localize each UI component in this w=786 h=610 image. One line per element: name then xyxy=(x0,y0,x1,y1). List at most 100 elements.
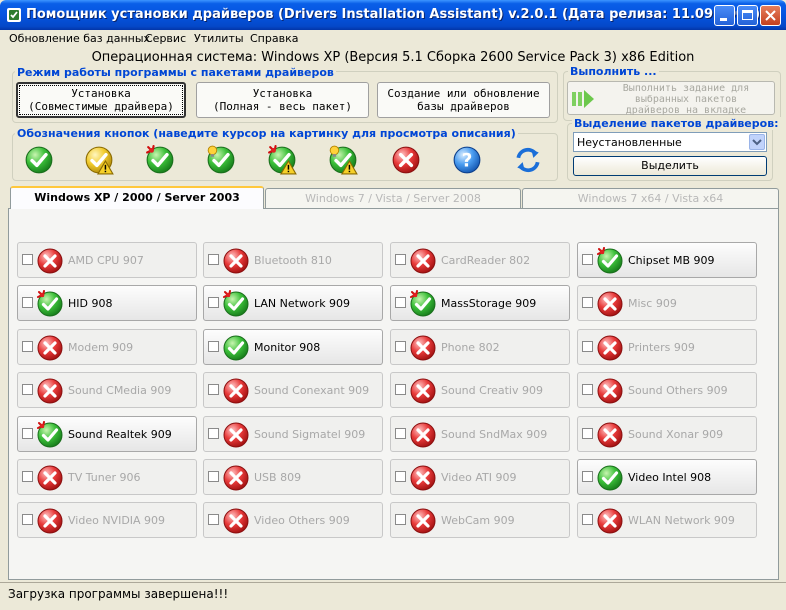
driver-checkbox[interactable] xyxy=(395,254,406,265)
driver-label: WLAN Network 909 xyxy=(628,514,735,527)
driver-tile[interactable]: Bluetooth 810 xyxy=(203,242,383,278)
check-new-icon xyxy=(222,290,250,318)
tab-windows-xp[interactable]: Windows XP / 2000 / Server 2003 xyxy=(10,186,264,209)
cross-icon xyxy=(409,507,437,535)
driver-checkbox[interactable] xyxy=(395,471,406,482)
os-info-label: Операционная система: Windows XP (Версия… xyxy=(91,50,695,65)
driver-tile[interactable]: Video Intel 908 xyxy=(577,459,757,495)
check-yellow-warning-icon[interactable] xyxy=(84,145,114,175)
driver-checkbox[interactable] xyxy=(208,514,219,525)
driver-tile[interactable]: Modem 909 xyxy=(17,329,197,365)
driver-tile[interactable]: USB 809 xyxy=(203,459,383,495)
execute-task-button[interactable]: Выполнить задание для выбранных пакетов … xyxy=(567,81,775,116)
driver-tile[interactable]: Phone 802 xyxy=(390,329,570,365)
driver-checkbox[interactable] xyxy=(582,514,593,525)
driver-tile[interactable]: Sound SndMax 909 xyxy=(390,416,570,452)
driver-checkbox[interactable] xyxy=(582,254,593,265)
minimize-button[interactable] xyxy=(714,5,735,26)
execute-line2: выбранных пакетов xyxy=(634,94,738,105)
tab-windows-7-x64[interactable]: Windows 7 x64 / Vista x64 xyxy=(522,188,779,208)
install-compatible-button[interactable]: Установка (Совместимые драйвера) xyxy=(16,82,186,118)
driver-label: Sound Others 909 xyxy=(628,384,728,397)
driver-checkbox[interactable] xyxy=(208,384,219,395)
tab-windows-7-vista[interactable]: Windows 7 / Vista / Server 2008 xyxy=(265,188,521,208)
driver-label: Sound CMedia 909 xyxy=(68,384,172,397)
selection-dropdown-value: Неустановленные xyxy=(577,136,682,149)
driver-tile[interactable]: Sound Conexant 909 xyxy=(203,372,383,408)
driver-checkbox[interactable] xyxy=(582,471,593,482)
driver-checkbox[interactable] xyxy=(582,341,593,352)
driver-checkbox[interactable] xyxy=(208,254,219,265)
driver-tile[interactable]: Video NVIDIA 909 xyxy=(17,502,197,538)
driver-checkbox[interactable] xyxy=(208,341,219,352)
driver-label: Video ATI 909 xyxy=(441,471,517,484)
cross-icon xyxy=(36,377,64,405)
driver-checkbox[interactable] xyxy=(22,514,33,525)
driver-checkbox[interactable] xyxy=(395,514,406,525)
help-icon[interactable]: ? xyxy=(452,145,482,175)
driver-tile[interactable]: TV Tuner 906 xyxy=(17,459,197,495)
select-button[interactable]: Выделить xyxy=(573,156,767,176)
check-icon[interactable] xyxy=(24,145,54,175)
driver-checkbox[interactable] xyxy=(395,428,406,439)
driver-tile[interactable]: Sound Xonar 909 xyxy=(577,416,757,452)
mode-group-title: Режим работы программы с пакетами драйве… xyxy=(15,66,336,79)
driver-checkbox[interactable] xyxy=(208,471,219,482)
driver-tile[interactable]: WLAN Network 909 xyxy=(577,502,757,538)
check-lamp-icon[interactable] xyxy=(206,145,236,175)
title-bar[interactable]: Помощник установки драйверов (Drivers In… xyxy=(0,0,786,30)
driver-label: Sound Xonar 909 xyxy=(628,428,724,441)
driver-tile[interactable]: Video Others 909 xyxy=(203,502,383,538)
driver-tile[interactable]: Sound Realtek 909 xyxy=(17,416,197,452)
maximize-button[interactable] xyxy=(737,5,758,26)
check-new-warning-icon[interactable] xyxy=(267,145,297,175)
driver-checkbox[interactable] xyxy=(208,297,219,308)
driver-tile[interactable]: LAN Network 909 xyxy=(203,285,383,321)
driver-tile[interactable]: Sound Others 909 xyxy=(577,372,757,408)
driver-tile[interactable]: CardReader 802 xyxy=(390,242,570,278)
driver-label: TV Tuner 906 xyxy=(68,471,141,484)
cross-icon xyxy=(409,334,437,362)
driver-tile[interactable]: Sound CMedia 909 xyxy=(17,372,197,408)
driver-checkbox[interactable] xyxy=(22,428,33,439)
driver-checkbox[interactable] xyxy=(582,384,593,395)
driver-tile[interactable]: Misc 909 xyxy=(577,285,757,321)
driver-checkbox[interactable] xyxy=(22,341,33,352)
driver-checkbox[interactable] xyxy=(22,471,33,482)
driver-tile[interactable]: MassStorage 909 xyxy=(390,285,570,321)
close-button[interactable] xyxy=(760,5,781,26)
driver-tile[interactable]: Sound Sigmatel 909 xyxy=(203,416,383,452)
driver-checkbox[interactable] xyxy=(208,428,219,439)
driver-tile[interactable]: Monitor 908 xyxy=(203,329,383,365)
driver-tile[interactable]: Video ATI 909 xyxy=(390,459,570,495)
driver-checkbox[interactable] xyxy=(22,297,33,308)
install-full-button[interactable]: Установка (Полная - весь пакет) xyxy=(196,82,369,118)
dropdown-arrow[interactable] xyxy=(749,134,765,150)
driver-tile[interactable]: Sound Creativ 909 xyxy=(390,372,570,408)
driver-checkbox[interactable] xyxy=(395,341,406,352)
close-icon xyxy=(765,10,776,21)
driver-tile[interactable]: WebCam 909 xyxy=(390,502,570,538)
create-update-database-button[interactable]: Создание или обновление базы драйверов xyxy=(377,82,550,118)
driver-tile[interactable]: HID 908 xyxy=(17,285,197,321)
selection-dropdown[interactable]: Неустановленные xyxy=(573,132,767,152)
driver-checkbox[interactable] xyxy=(582,297,593,308)
check-new-icon[interactable] xyxy=(145,145,175,175)
menu-utilities[interactable]: Утилиты xyxy=(194,32,244,45)
check-icon xyxy=(222,334,250,362)
driver-checkbox[interactable] xyxy=(22,384,33,395)
cross-icon[interactable] xyxy=(391,145,421,175)
status-bar: Загрузка программы завершена!!! xyxy=(0,582,786,605)
driver-tile[interactable]: Printers 909 xyxy=(577,329,757,365)
menu-help[interactable]: Справка xyxy=(250,32,298,45)
driver-checkbox[interactable] xyxy=(395,384,406,395)
driver-tile[interactable]: AMD CPU 907 xyxy=(17,242,197,278)
driver-checkbox[interactable] xyxy=(395,297,406,308)
driver-tile[interactable]: Chipset MB 909 xyxy=(577,242,757,278)
check-lamp-warning-icon[interactable] xyxy=(328,145,358,175)
refresh-icon[interactable] xyxy=(513,145,543,175)
driver-checkbox[interactable] xyxy=(22,254,33,265)
menu-update-databases[interactable]: Обновление баз данных xyxy=(9,32,150,45)
driver-checkbox[interactable] xyxy=(582,428,593,439)
menu-service[interactable]: Сервис xyxy=(145,32,186,45)
